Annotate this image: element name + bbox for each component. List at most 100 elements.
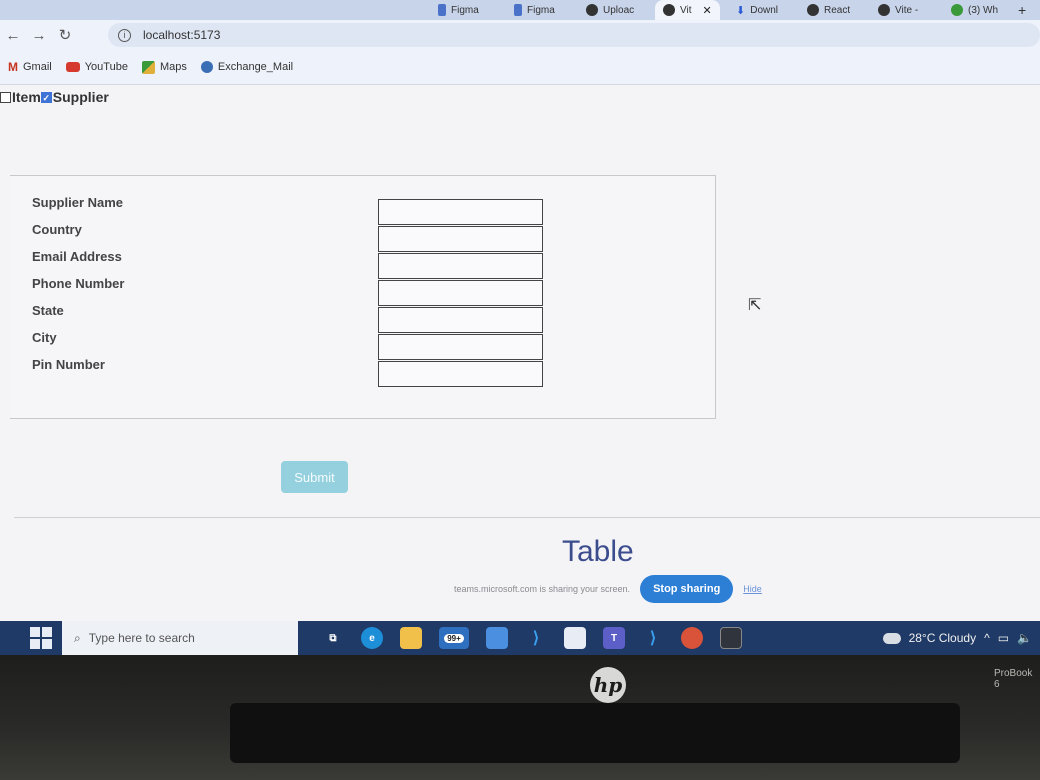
state-label: State: [32, 303, 64, 318]
battery-icon[interactable]: ▭: [998, 631, 1009, 645]
tab-upload[interactable]: Uploac: [586, 0, 634, 20]
windows-taskbar: ⌕ Type here to search ⧉ e 99+ ⟩ T ⟩ 28°C…: [0, 621, 1040, 655]
tab-figma-2[interactable]: Figma: [514, 0, 555, 20]
vscode-icon[interactable]: ⟩: [525, 627, 547, 649]
forward-arrow-icon[interactable]: →: [26, 27, 52, 44]
teams-icon[interactable]: T: [603, 627, 625, 649]
terminal-icon[interactable]: [720, 627, 742, 649]
chrome-icon[interactable]: [681, 627, 703, 649]
tab-label: Vite -: [895, 4, 919, 16]
browser-tab-strip: Figma Figma Uploac Vit ✕ ⬇ Downl React Vit…: [0, 0, 1040, 20]
pin-number-input[interactable]: [378, 361, 543, 387]
hide-share-bar-link[interactable]: Hide: [743, 584, 762, 594]
city-input[interactable]: [378, 334, 543, 360]
calendar-icon[interactable]: [564, 627, 586, 649]
browser-toolbar: ← → ↻ i localhost:5173: [0, 20, 1040, 50]
table-heading: Table: [562, 535, 634, 568]
tab-vite-active[interactable]: Vit ✕: [655, 0, 720, 20]
tab-label: Downl: [750, 4, 779, 16]
tab-label: Uploac: [603, 4, 635, 16]
tab-label: React: [824, 4, 851, 16]
page-content: Item ✓ Supplier Supplier Name Country Em…: [0, 84, 1040, 621]
close-tab-icon[interactable]: ✕: [703, 4, 712, 17]
submit-button[interactable]: Submit: [281, 461, 348, 493]
country-label: Country: [32, 222, 82, 237]
new-tab-button[interactable]: +: [1018, 0, 1026, 20]
file-explorer-icon[interactable]: [400, 627, 422, 649]
bookmark-label: Exchange_Mail: [217, 61, 294, 73]
bookmark-youtube[interactable]: YouTube: [65, 61, 128, 73]
supplier-form: Supplier Name Country Email Address Phon…: [10, 175, 716, 419]
system-tray: 28°C Cloudy ^ ▭ 🔈: [882, 621, 1032, 655]
screen-share-message: teams.microsoft.com is sharing your scre…: [454, 584, 631, 594]
weather-text[interactable]: 28°C Cloudy: [909, 631, 977, 645]
mouse-pointer-icon: ⇱: [748, 297, 762, 314]
tab-label: Figma: [527, 4, 555, 16]
figma-icon: [438, 4, 446, 16]
store-icon[interactable]: [486, 627, 508, 649]
back-arrow-icon[interactable]: ←: [0, 27, 26, 44]
email-address-input[interactable]: [378, 253, 543, 279]
volume-icon[interactable]: 🔈: [1017, 631, 1032, 645]
hp-logo: hp: [590, 667, 626, 703]
tab-vite[interactable]: Vite -: [878, 0, 918, 20]
tray-chevron-icon[interactable]: ^: [984, 631, 990, 645]
taskbar-search-box[interactable]: ⌕ Type here to search: [62, 621, 298, 655]
tab-whatsapp[interactable]: (3) Wh: [951, 0, 998, 20]
vscode-insiders-icon[interactable]: ⟩: [642, 627, 664, 649]
taskbar-search-placeholder: Type here to search: [88, 631, 195, 645]
figma-icon: [514, 4, 522, 16]
mail-icon[interactable]: 99+: [439, 627, 469, 649]
bookmark-label: Maps: [159, 61, 187, 73]
edge-icon[interactable]: e: [361, 627, 383, 649]
city-label: City: [32, 330, 57, 345]
screen-share-bar: teams.microsoft.com is sharing your scre…: [454, 575, 762, 603]
email-address-label: Email Address: [32, 249, 122, 264]
item-checkbox[interactable]: [0, 91, 11, 103]
bookmark-gmail[interactable]: M Gmail: [8, 60, 52, 74]
mail-badge: 99+: [444, 633, 464, 643]
laptop-model-label: ProBook 6: [994, 668, 1033, 690]
bookmark-label: Gmail: [23, 61, 52, 73]
state-input[interactable]: [378, 307, 543, 333]
gmail-icon: M: [8, 60, 18, 74]
weather-cloud-icon[interactable]: [882, 632, 901, 644]
country-input[interactable]: [378, 226, 543, 252]
supplier-name-label: Supplier Name: [32, 195, 124, 210]
youtube-icon: [65, 62, 80, 72]
tab-react[interactable]: React: [807, 0, 850, 20]
bookmark-label: YouTube: [84, 61, 128, 73]
tab-label: (3) Wh: [968, 4, 998, 16]
windows-start-icon[interactable]: [30, 627, 52, 649]
tab-label: Vit: [680, 4, 692, 16]
field-labels: Supplier Name Country Email Address Phon…: [32, 196, 124, 385]
bookmarks-bar: M Gmail YouTube Maps Exchange_Mail: [0, 50, 1040, 84]
url-text: localhost:5173: [143, 28, 221, 42]
bookmark-exchange-mail[interactable]: Exchange_Mail: [200, 61, 294, 73]
supplier-checkbox-label[interactable]: Supplier: [53, 89, 109, 105]
globe-icon: [807, 4, 819, 16]
phone-number-label: Phone Number: [32, 276, 125, 291]
supplier-name-input[interactable]: [378, 199, 543, 225]
globe-icon: [878, 4, 890, 16]
field-inputs: [378, 199, 543, 388]
pin-number-label: Pin Number: [32, 357, 105, 372]
address-bar[interactable]: i localhost:5173: [108, 23, 1040, 47]
supplier-checkbox[interactable]: ✓: [40, 91, 52, 103]
tab-figma-1[interactable]: Figma: [438, 0, 479, 20]
tab-downloads[interactable]: ⬇ Downl: [736, 0, 778, 20]
phone-number-input[interactable]: [378, 280, 543, 306]
download-icon: ⬇: [736, 4, 746, 17]
laptop-hinge: [230, 703, 960, 763]
stop-sharing-button[interactable]: Stop sharing: [640, 575, 734, 603]
site-info-icon[interactable]: i: [118, 28, 131, 42]
task-view-icon[interactable]: ⧉: [322, 627, 344, 649]
exchange-mail-icon: [200, 61, 213, 73]
bookmark-maps[interactable]: Maps: [141, 60, 187, 74]
item-checkbox-label[interactable]: Item: [12, 89, 41, 105]
maps-icon: [141, 60, 155, 74]
section-divider: [14, 517, 1040, 518]
tab-label: Figma: [451, 4, 479, 16]
reload-icon[interactable]: ↻: [52, 26, 78, 44]
taskbar-apps: ⧉ e 99+ ⟩ T ⟩: [322, 627, 742, 649]
